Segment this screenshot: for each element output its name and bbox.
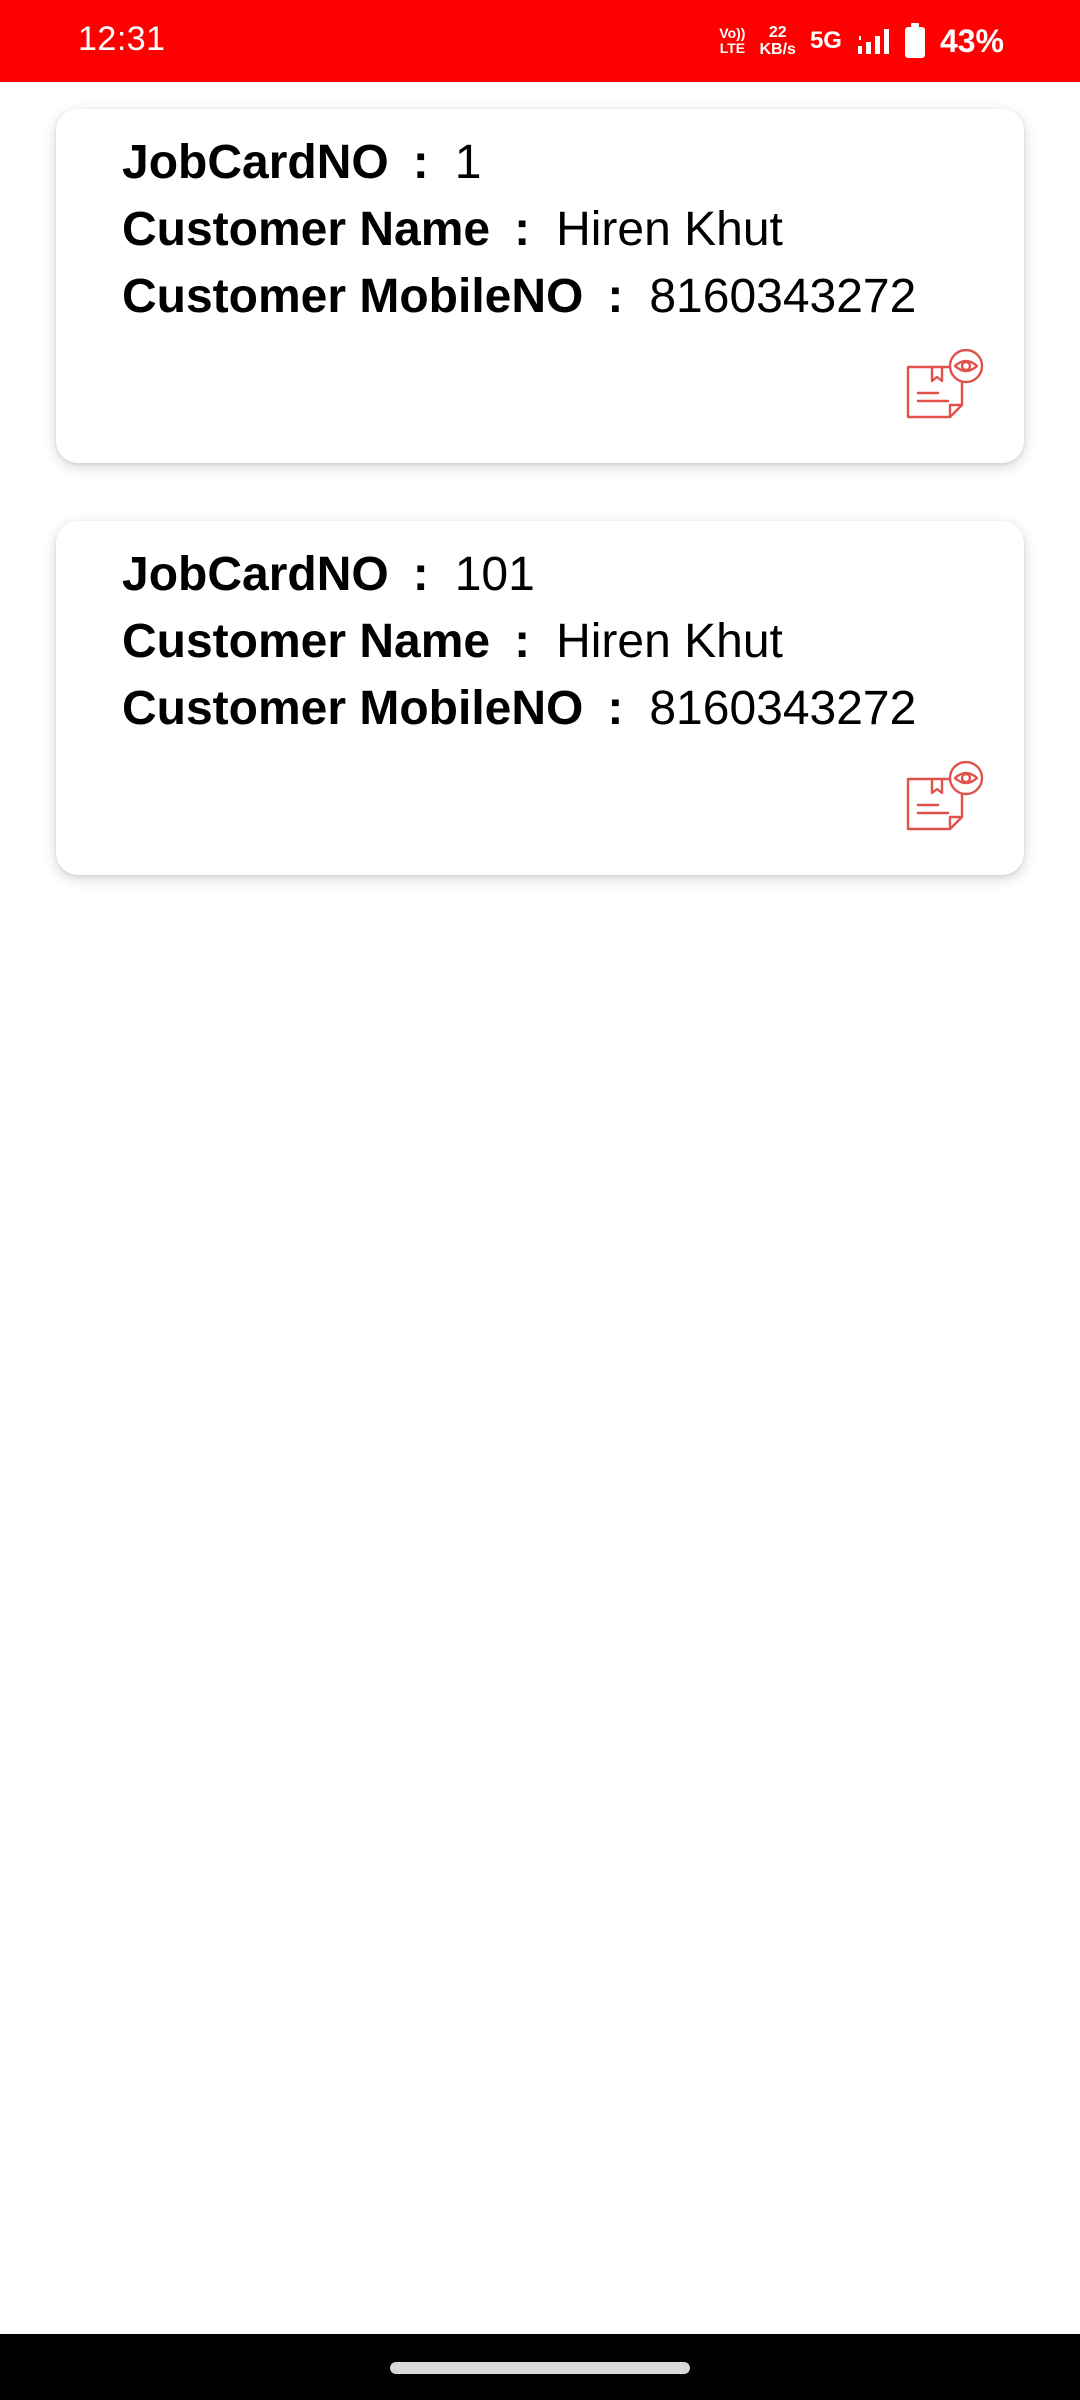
- status-time: 12:31: [78, 20, 166, 58]
- customer-mobile-label: Customer MobileNO: [122, 682, 584, 735]
- volte-top: Vo)): [719, 25, 746, 41]
- system-navigation-bar: [0, 2334, 1080, 2400]
- customer-mobile-row: Customer MobileNO:8160343272: [122, 267, 916, 327]
- separator: :: [607, 682, 624, 735]
- customer-name-row: Customer Name: Hiren Khut: [122, 200, 783, 260]
- separator: :: [412, 548, 429, 601]
- customer-name-row: Customer Name: Hiren Khut: [122, 612, 783, 672]
- customer-name-value: Hiren Khut: [556, 615, 783, 668]
- customer-name-value: Hiren Khut: [556, 203, 783, 256]
- document-eye-icon[interactable]: [904, 348, 986, 425]
- speed-value: 22: [768, 24, 787, 41]
- job-card[interactable]: JobCardNO:1 Customer Name: Hiren Khut Cus…: [56, 109, 1024, 463]
- status-icons: Vo)) LTE 22 KB/s 5G 43%: [719, 16, 1004, 66]
- customer-mobile-row: Customer MobileNO:8160343272: [122, 679, 916, 739]
- separator: :: [412, 136, 429, 189]
- jobcard-number-label: JobCardNO: [122, 548, 389, 601]
- volte-bottom: LTE: [719, 40, 746, 56]
- separator: :: [514, 615, 531, 668]
- customer-mobile-value: 8160343272: [649, 270, 917, 323]
- home-indicator[interactable]: [390, 2362, 690, 2374]
- signal-icon: [856, 26, 890, 56]
- document-eye-icon[interactable]: [904, 760, 986, 837]
- jobcard-number-row: JobCardNO:1: [122, 133, 481, 193]
- customer-name-label: Customer Name: [122, 203, 491, 256]
- jobcard-number-value: 1: [454, 136, 482, 189]
- battery-percentage: 43%: [939, 22, 1004, 59]
- job-card[interactable]: JobCardNO:101 Customer Name: Hiren Khut C…: [56, 521, 1024, 875]
- customer-mobile-value: 8160343272: [649, 682, 917, 735]
- separator: :: [514, 203, 531, 256]
- status-bar: 12:31 Vo)) LTE 22 KB/s 5G 43%: [0, 0, 1080, 82]
- volte-indicator: Vo)) LTE: [719, 26, 745, 56]
- network-speed: 22 KB/s: [759, 24, 795, 58]
- battery-icon: [904, 23, 926, 59]
- network-type: 5G: [809, 27, 842, 54]
- separator: :: [607, 270, 624, 323]
- customer-mobile-label: Customer MobileNO: [122, 270, 584, 323]
- speed-unit: KB/s: [759, 41, 796, 58]
- customer-name-label: Customer Name: [122, 615, 491, 668]
- jobcard-number-value: 101: [454, 548, 535, 601]
- jobcard-number-label: JobCardNO: [122, 136, 389, 189]
- jobcard-number-row: JobCardNO:101: [122, 545, 535, 605]
